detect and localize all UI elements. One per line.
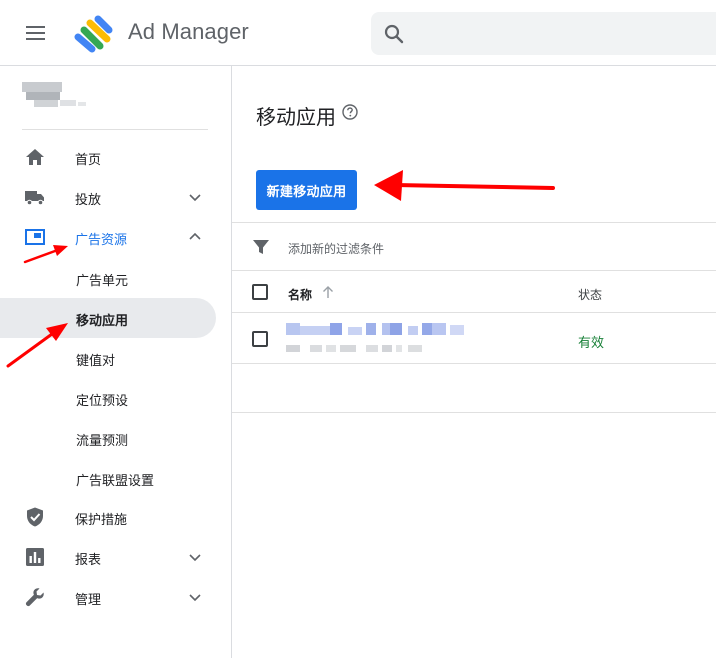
sidebar-subitem-targeting-presets[interactable]: 定位预设 bbox=[0, 378, 216, 418]
status-badge: 有效 bbox=[578, 335, 605, 350]
chevron-down-icon[interactable] bbox=[187, 189, 203, 205]
bar-chart-icon bbox=[26, 548, 44, 566]
sidebar-subitem-label: 广告联盟设置 bbox=[76, 473, 155, 488]
chevron-down-icon[interactable] bbox=[187, 549, 203, 565]
chevron-up-icon[interactable] bbox=[187, 229, 203, 245]
sidebar-item-label: 投放 bbox=[75, 192, 102, 207]
sidebar-subitem-label: 定位预设 bbox=[76, 393, 129, 408]
hamburger-menu-icon[interactable] bbox=[20, 20, 52, 46]
wrench-icon bbox=[25, 588, 44, 607]
divider bbox=[232, 270, 716, 271]
column-header-name[interactable]: 名称 bbox=[288, 286, 312, 303]
sidebar-item-inventory[interactable]: 广告资源 bbox=[0, 217, 216, 257]
new-mobile-app-button[interactable]: 新建移动应用 bbox=[256, 170, 357, 210]
truck-icon bbox=[25, 191, 44, 206]
sidebar-subitem-mobile-apps[interactable]: 移动应用 bbox=[0, 298, 216, 338]
sidebar-item-admin[interactable]: 管理 bbox=[0, 577, 216, 617]
sidebar-subitem-ad-units[interactable]: 广告单元 bbox=[0, 258, 216, 298]
app-name-link[interactable] bbox=[286, 323, 466, 337]
sidebar-subitem-label: 流量预测 bbox=[76, 433, 129, 448]
search-input[interactable] bbox=[371, 12, 716, 55]
divider bbox=[232, 412, 716, 413]
sort-ascending-icon[interactable] bbox=[322, 285, 334, 299]
sidebar-subitem-label: 键值对 bbox=[76, 353, 116, 368]
filter-icon[interactable] bbox=[252, 238, 270, 256]
sidebar-nav: 首页 投放 广告资源 广告单元 移动应用 键值对 定位预设 流量预测 广告联盟设… bbox=[0, 66, 232, 658]
account-avatar[interactable] bbox=[22, 80, 92, 110]
column-header-status: 状态 bbox=[578, 288, 603, 302]
main-content: 移动应用 新建移动应用 添加新的过滤条件 名称 状态 有效 bbox=[232, 66, 716, 658]
sidebar-item-label: 管理 bbox=[75, 592, 102, 607]
chevron-down-icon[interactable] bbox=[187, 589, 203, 605]
select-all-checkbox[interactable] bbox=[252, 284, 268, 300]
sidebar-subitem-forecasting[interactable]: 流量预测 bbox=[0, 418, 216, 458]
sidebar-subitem-label: 移动应用 bbox=[76, 313, 129, 328]
sidebar-item-home[interactable]: 首页 bbox=[0, 137, 216, 177]
sidebar-item-label: 报表 bbox=[75, 552, 102, 567]
page-title: 移动应用 bbox=[256, 107, 336, 129]
ad-manager-logo-icon bbox=[74, 15, 113, 53]
sidebar-item-reports[interactable]: 报表 bbox=[0, 537, 216, 577]
sidebar-item-label: 首页 bbox=[75, 152, 102, 167]
sidebar-subitem-network-settings[interactable]: 广告联盟设置 bbox=[0, 458, 216, 498]
product-name: Ad Manager bbox=[128, 19, 249, 44]
add-filter-link[interactable]: 添加新的过滤条件 bbox=[288, 240, 384, 257]
search-icon bbox=[384, 24, 404, 44]
divider bbox=[232, 312, 716, 313]
top-app-bar: Ad Manager bbox=[0, 0, 716, 66]
sidebar-item-protections[interactable]: 保护措施 bbox=[0, 497, 216, 537]
home-icon bbox=[26, 149, 44, 165]
sidebar-item-label: 广告资源 bbox=[75, 232, 128, 247]
help-icon[interactable] bbox=[342, 104, 358, 120]
app-details-text bbox=[286, 345, 436, 353]
sidebar-subitem-key-values[interactable]: 键值对 bbox=[0, 338, 216, 378]
shield-icon bbox=[27, 507, 43, 527]
divider bbox=[232, 363, 716, 364]
sidebar-item-delivery[interactable]: 投放 bbox=[0, 177, 216, 217]
sidebar-item-label: 保护措施 bbox=[75, 512, 128, 527]
sidebar-divider bbox=[22, 129, 208, 130]
divider bbox=[232, 222, 716, 223]
row-checkbox[interactable] bbox=[252, 331, 268, 347]
inventory-icon bbox=[25, 229, 45, 245]
sidebar-subitem-label: 广告单元 bbox=[76, 273, 129, 288]
